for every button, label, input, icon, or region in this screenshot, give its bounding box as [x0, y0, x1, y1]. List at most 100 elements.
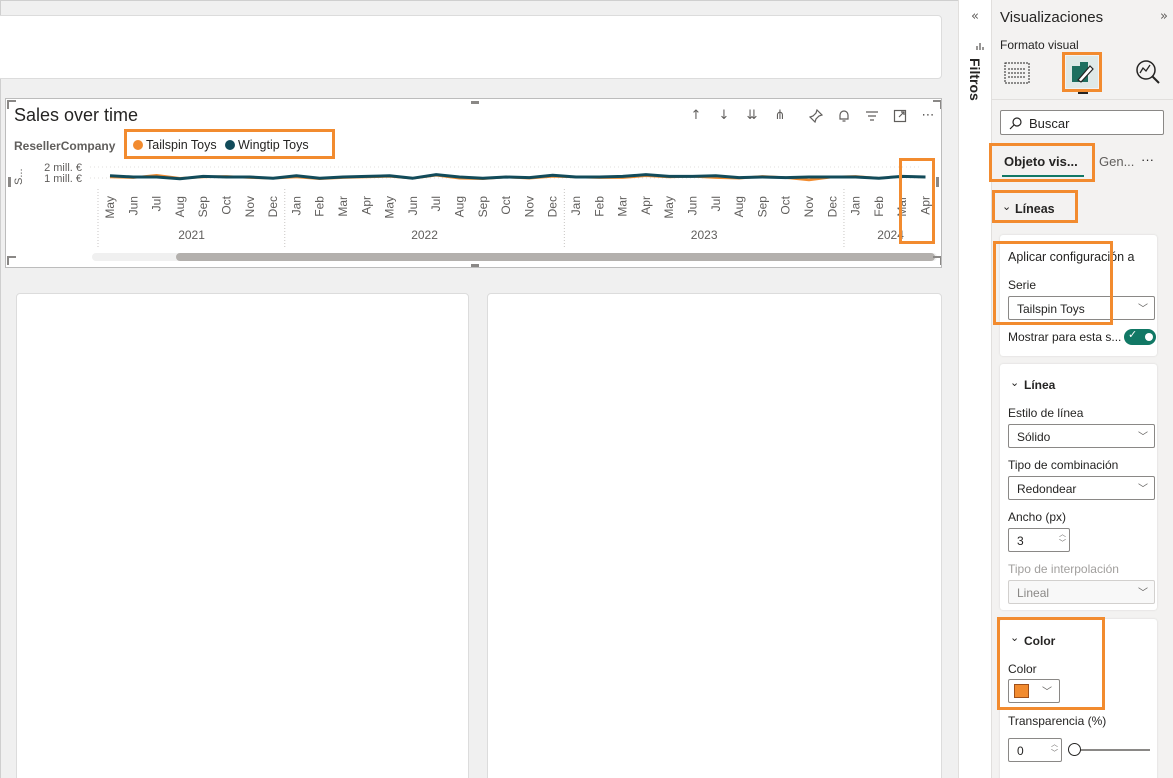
- show-for-series-label: Mostrar para esta s...: [1008, 330, 1122, 344]
- chevron-down-icon: ﹀: [1042, 687, 1052, 698]
- x-tick-label: Jan: [289, 196, 303, 215]
- interp-value: Lineal: [1017, 586, 1050, 600]
- chevron-down-icon: ﹀: [1138, 484, 1148, 495]
- x-tick-label: Aug: [453, 196, 467, 217]
- bottom-right-card[interactable]: [487, 293, 942, 778]
- collapse-left-icon[interactable]: «: [971, 9, 979, 24]
- stepper-arrows-icon[interactable]: ︿ ﹀: [1059, 530, 1066, 548]
- tab-more[interactable]: ···: [1141, 152, 1154, 167]
- resize-handle-right: [936, 177, 939, 187]
- x-tick-label: Feb: [872, 196, 886, 217]
- line-chart-plot: 2 mill. €1 mill. €S...May Jun Jul Aug Sep Oct…: [7, 100, 941, 265]
- x-tick-label: Dec: [825, 196, 839, 217]
- color-section-header[interactable]: Color: [1024, 634, 1055, 648]
- year-label: 2022: [411, 228, 438, 242]
- width-label: Ancho (px): [1008, 510, 1067, 524]
- resize-handle-left: [8, 177, 11, 187]
- format-visual-icon[interactable]: [1066, 56, 1098, 88]
- expand-right-icon[interactable]: »: [1160, 9, 1168, 24]
- x-tick-label: Jun: [406, 196, 420, 215]
- search-icon: [1009, 117, 1022, 130]
- color-card: ⌄ Color Color ﹀ Transparencia (%) 0 ︿ ﹀: [1000, 619, 1157, 778]
- serie-value: Tailspin Toys: [1017, 302, 1085, 316]
- x-tick-label: Sep: [196, 196, 210, 218]
- year-label: 2023: [691, 228, 718, 242]
- toggle-knob: [1145, 333, 1153, 341]
- x-tick-label: Jun: [686, 196, 700, 215]
- serie-label: Serie: [1008, 278, 1037, 292]
- tab-visual-object[interactable]: Objeto vis...: [1004, 154, 1078, 169]
- resize-handle-bottom[interactable]: [471, 264, 479, 267]
- x-tick-label: Aug: [732, 196, 746, 217]
- transparency-value: 0: [1017, 744, 1024, 758]
- scrollbar-thumb: [176, 253, 935, 261]
- x-tick-label: May: [383, 196, 397, 219]
- x-tick-label: Jan: [849, 196, 863, 215]
- show-for-series-toggle[interactable]: ✓: [1124, 328, 1156, 345]
- bottom-left-card[interactable]: [16, 293, 469, 778]
- transparency-slider-track[interactable]: [1072, 749, 1150, 751]
- x-tick-label: Feb: [592, 196, 606, 217]
- x-tick-label: May: [662, 196, 676, 219]
- x-tick-label: Oct: [499, 195, 513, 214]
- report-canvas: Sales over time ↑ ↓ ⇊ ⋔ ⋯ ResellerCompan…: [0, 0, 958, 778]
- color-swatch: [1014, 684, 1029, 698]
- lineas-chevron-icon[interactable]: ⌄: [1002, 200, 1011, 213]
- color-picker[interactable]: ﹀: [1008, 679, 1060, 703]
- chevron-down-icon: ﹀: [1138, 432, 1148, 443]
- color-label: Color: [1008, 662, 1037, 676]
- x-tick-label: Mar: [895, 196, 909, 217]
- line-style-label: Estilo de línea: [1008, 406, 1084, 420]
- x-tick-label: Nov: [243, 196, 257, 217]
- filters-label[interactable]: Filtros: [967, 58, 983, 101]
- y-tick-label: 1 mill. €: [44, 173, 82, 185]
- color-chevron-icon[interactable]: ⌄: [1010, 631, 1019, 644]
- pane-title: Visualizaciones: [1000, 9, 1104, 26]
- top-card[interactable]: [0, 15, 942, 79]
- join-type-value: Redondear: [1017, 482, 1077, 496]
- x-tick-label: Jan: [569, 196, 583, 215]
- serie-dropdown[interactable]: Tailspin Toys ﹀: [1008, 296, 1155, 320]
- apply-settings-label: Aplicar configuración a: [1008, 250, 1135, 264]
- line-style-dropdown[interactable]: Sólido ﹀: [1008, 424, 1155, 448]
- search-box[interactable]: Buscar: [1000, 110, 1164, 135]
- x-tick-label: Nov: [802, 196, 816, 217]
- year-label: 2021: [178, 228, 205, 242]
- width-stepper[interactable]: 3 ︿ ﹀: [1008, 528, 1070, 552]
- stepper-arrows-icon[interactable]: ︿ ﹀: [1051, 740, 1058, 758]
- x-tick-label: Jul: [150, 196, 164, 211]
- active-tab-indicator: [1078, 92, 1088, 94]
- corner-handle: [7, 100, 16, 109]
- format-visual-label: Formato visual: [1000, 38, 1079, 52]
- chevron-down-icon: ﹀: [1138, 588, 1148, 599]
- filter-bars-icon: [975, 38, 985, 56]
- x-tick-label: Oct: [220, 195, 234, 214]
- x-tick-label: Mar: [336, 196, 350, 217]
- filters-pane-collapsed[interactable]: « Filtros: [958, 0, 992, 778]
- lineas-section-header[interactable]: Líneas: [1015, 202, 1055, 216]
- x-tick-label: Oct: [779, 195, 793, 214]
- linea-section-header[interactable]: Línea: [1024, 378, 1055, 392]
- x-tick-label: Dec: [546, 196, 560, 217]
- x-tick-label: Feb: [313, 196, 327, 217]
- resize-handle-top[interactable]: [471, 101, 479, 104]
- corner-handle: [933, 100, 941, 109]
- x-tick-label: Sep: [476, 196, 490, 218]
- transparency-slider-thumb[interactable]: [1068, 743, 1081, 756]
- line-chart-visual[interactable]: Sales over time ↑ ↓ ⇊ ⋔ ⋯ ResellerCompan…: [5, 98, 942, 268]
- x-tick-label: Mar: [616, 196, 630, 217]
- tab-general[interactable]: Gen...: [1099, 154, 1134, 169]
- y-axis-label: S...: [13, 168, 25, 185]
- analytics-icon[interactable]: [1134, 58, 1162, 91]
- linea-chevron-icon[interactable]: ⌄: [1010, 376, 1019, 389]
- corner-handle: [7, 256, 16, 265]
- join-type-dropdown[interactable]: Redondear ﹀: [1008, 476, 1155, 500]
- transparency-stepper[interactable]: 0 ︿ ﹀: [1008, 738, 1062, 762]
- fields-icon[interactable]: [1004, 60, 1030, 91]
- pane-divider: [992, 99, 1173, 100]
- interp-label: Tipo de interpolación: [1008, 562, 1119, 576]
- check-icon: ✓: [1128, 328, 1138, 341]
- x-tick-label: Apr: [359, 196, 373, 215]
- search-placeholder: Buscar: [1029, 116, 1070, 131]
- interp-dropdown: Lineal ﹀: [1008, 580, 1155, 604]
